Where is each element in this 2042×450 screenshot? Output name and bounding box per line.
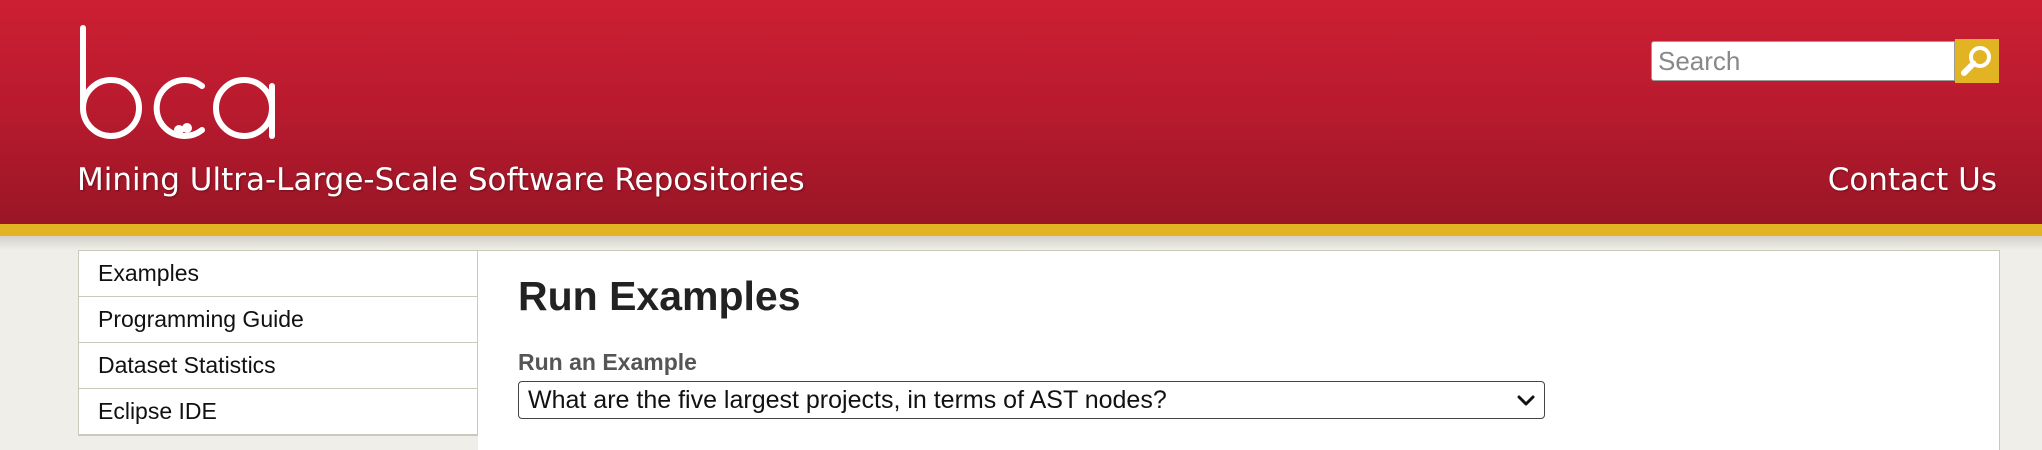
search-input[interactable]	[1651, 41, 1955, 81]
example-select-value: What are the five largest projects, in t…	[528, 386, 1167, 414]
page-title: Run Examples	[518, 273, 801, 319]
chevron-down-icon	[1517, 395, 1535, 406]
main-content: Run Examples Run an Example What are the…	[478, 250, 2000, 450]
sidebar-item-programming-guide[interactable]: Programming Guide	[79, 297, 477, 343]
search-button[interactable]	[1955, 39, 1999, 83]
sidebar-nav: Examples Programming Guide Dataset Stati…	[78, 250, 478, 436]
magnifier-icon	[1961, 46, 1991, 76]
header-accent-stripe	[0, 224, 2042, 236]
example-select[interactable]: What are the five largest projects, in t…	[518, 381, 1545, 419]
contact-us-link[interactable]: Contact Us	[1828, 162, 1997, 198]
site-tagline: Mining Ultra-Large-Scale Software Reposi…	[77, 162, 805, 198]
sidebar-item-eclipse-ide[interactable]: Eclipse IDE	[79, 389, 477, 435]
header-shadow	[0, 236, 2042, 250]
sidebar-item-dataset-statistics[interactable]: Dataset Statistics	[79, 343, 477, 389]
example-select-label: Run an Example	[518, 349, 697, 375]
sidebar-item-examples[interactable]: Examples	[79, 251, 477, 297]
site-header: Mining Ultra-Large-Scale Software Reposi…	[0, 0, 2042, 224]
boa-logo[interactable]	[74, 24, 284, 148]
